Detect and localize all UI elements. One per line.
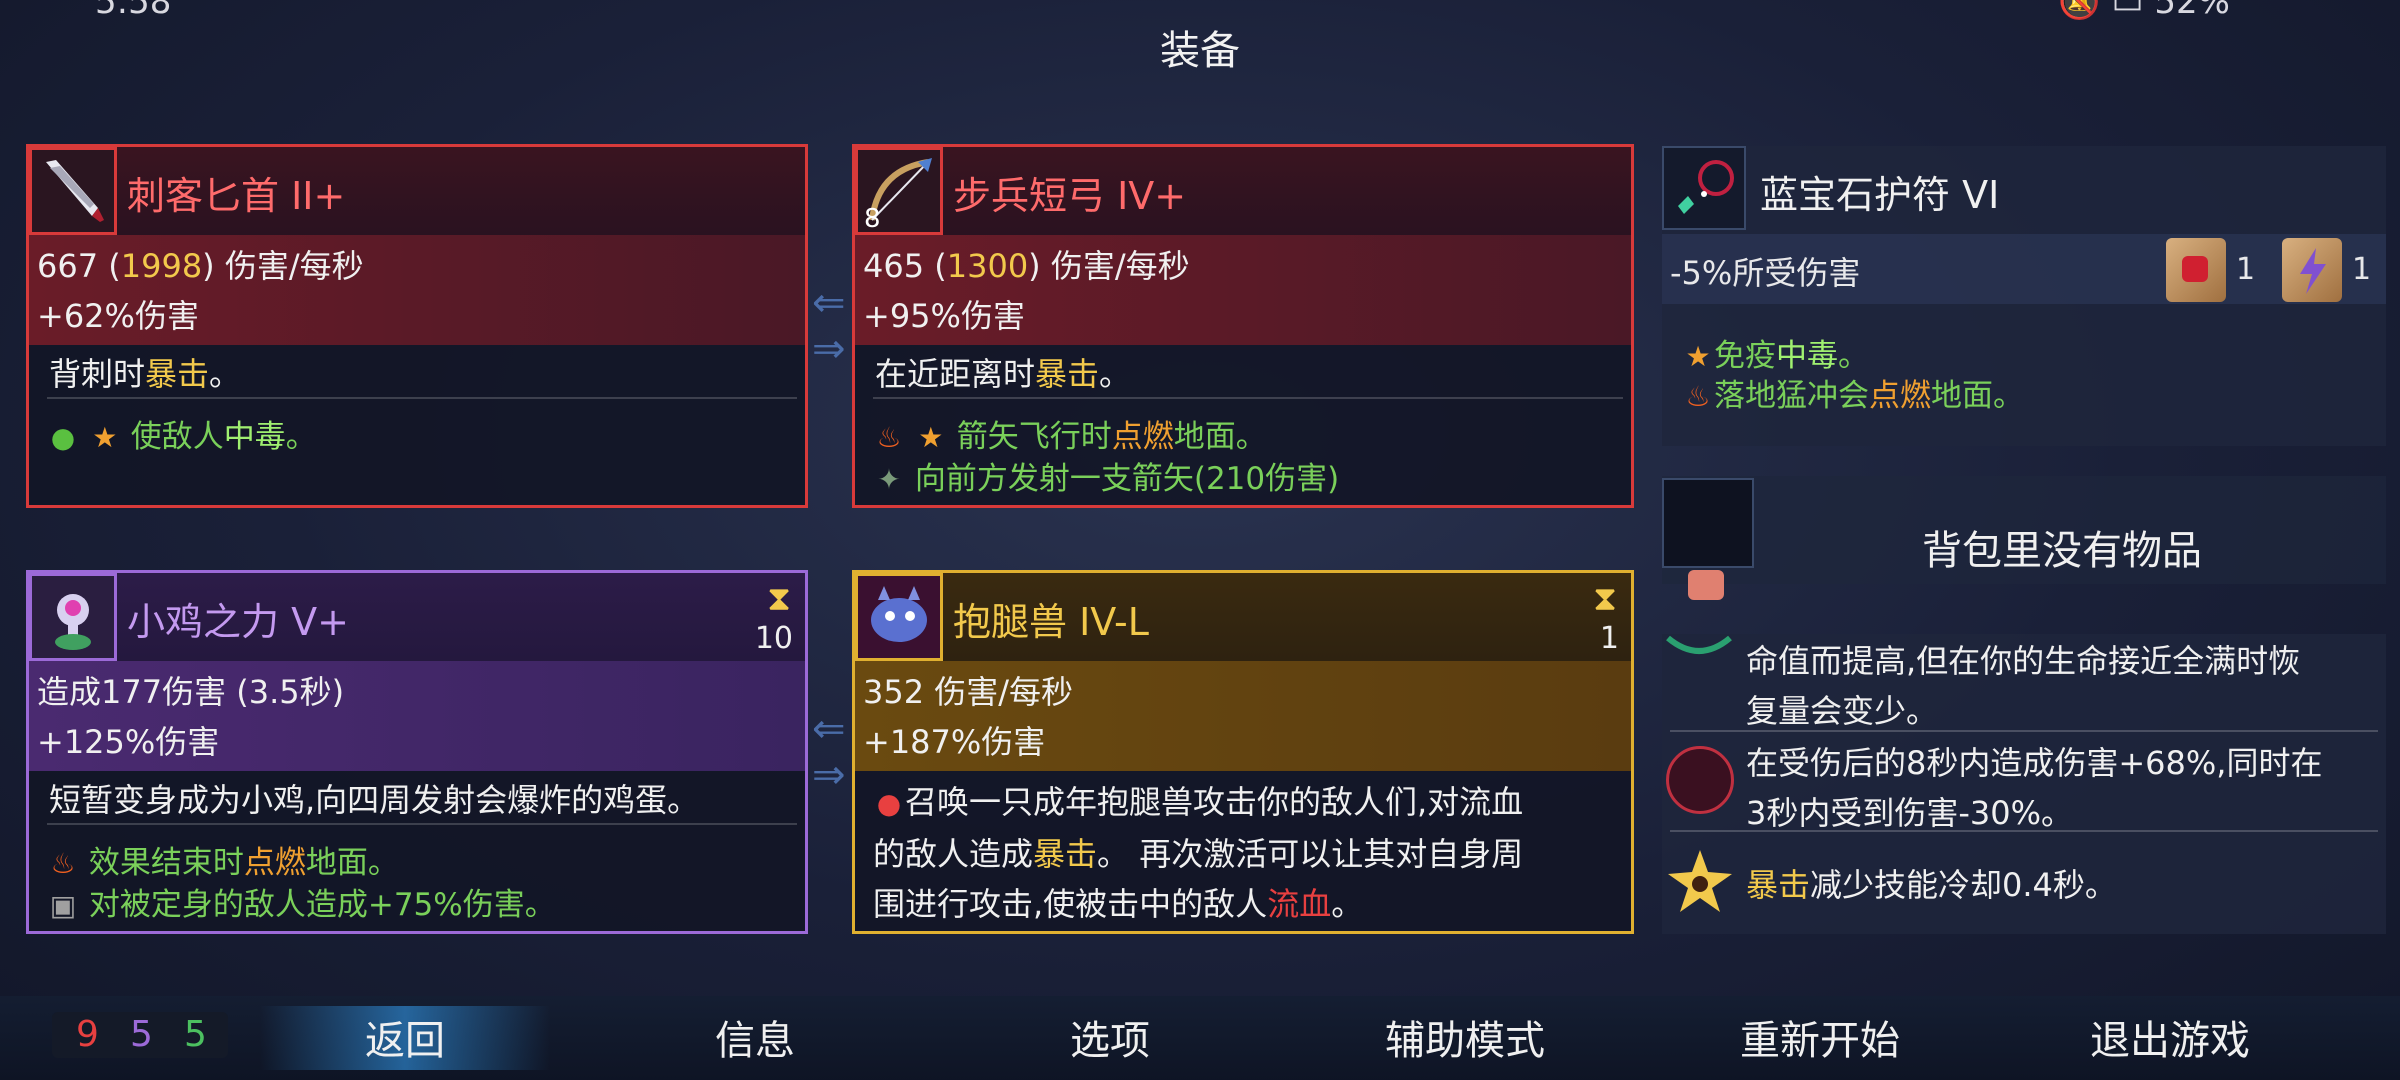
- amulet-effect-poison: ★ 免疫中毒。: [1682, 330, 1869, 375]
- divider: [47, 397, 797, 399]
- fire-icon: ♨: [1685, 380, 1711, 413]
- swap-left-arrow-icon: ⇐: [812, 706, 846, 752]
- skill-effect-rooted: ▣ 对被定身的敌人造成+75%伤害。: [47, 879, 556, 924]
- back-button[interactable]: 返回: [330, 1008, 480, 1066]
- tactics-scroll-icon: [2282, 238, 2342, 302]
- weapon-dps: 667 (1998) 伤害/每秒: [37, 247, 364, 285]
- amulet-name: 蓝宝石护符 VI: [1760, 173, 2000, 217]
- skill-dps: 352 伤害/每秒: [863, 673, 1074, 711]
- skill-description: 短暂变身成为小鸡,向四周发射会爆炸的鸡蛋。: [49, 781, 700, 819]
- chicken-potion-icon: [29, 573, 117, 661]
- skill-description: ● 召唤一只成年抱腿兽攻击你的敌人们,对流血 的敌人造成暴击。 再次激活可以让其对…: [873, 777, 1623, 929]
- divider: [47, 823, 797, 825]
- skill-card-header: 小鸡之力 V+ ⧗ 10: [29, 573, 805, 661]
- brutality-count: 9: [76, 1014, 99, 1055]
- poison-gem-icon: ●: [50, 421, 76, 454]
- skill-name: 小鸡之力 V+: [127, 600, 349, 644]
- assist-mode-button[interactable]: 辅助模式: [1355, 1008, 1575, 1066]
- survival-star-icon: ★: [1685, 340, 1711, 373]
- bleed-drop-icon: ●: [876, 787, 902, 820]
- weapon-name: 步兵短弓 IV+: [953, 174, 1187, 218]
- brutality-scroll-icon: [2166, 238, 2226, 302]
- mutation-icon-1: [1664, 634, 1734, 664]
- mutations-panel: 命值而提高,但在你的生命接近全满时恢 复量会变少。 在受伤后的8秒内造成伤害+6…: [1662, 634, 2386, 934]
- divider: [1670, 730, 2378, 732]
- tactics-scroll-count: 1: [2352, 252, 2372, 287]
- options-button[interactable]: 选项: [1035, 1008, 1185, 1066]
- mutation-desc-3: 暴击减少技能冷却0.4秒。: [1746, 866, 2117, 904]
- hourglass-icon: ⧗: [1593, 579, 1617, 619]
- weapon-card-header: 8 步兵短弓 IV+: [855, 147, 1631, 235]
- info-button[interactable]: 信息: [680, 1008, 830, 1066]
- skill-bonus: +125%伤害: [37, 723, 220, 761]
- skill-damage: 造成177伤害 (3.5秒): [37, 673, 345, 711]
- brutality-scroll-count: 1: [2236, 252, 2256, 287]
- weapon-card-header: 刺客匕首 II+: [29, 147, 805, 235]
- skill-card-chicken[interactable]: 小鸡之力 V+ ⧗ 10 造成177伤害 (3.5秒) +125%伤害 短暂变身…: [26, 570, 808, 934]
- bottom-nav: 9 5 5 返回 信息 选项 辅助模式 重新开始 退出游戏: [0, 996, 2400, 1080]
- survival-count: 5: [184, 1014, 207, 1055]
- swap-right-arrow-icon: ⇒: [812, 326, 846, 372]
- mutation-desc-2: 在受伤后的8秒内造成伤害+68%,同时在 3秒内受到伤害-30%。: [1746, 744, 2323, 832]
- weapon-dps: 465 (1300) 伤害/每秒: [863, 247, 1190, 285]
- backpack-empty-text: 背包里没有物品: [1922, 528, 2202, 574]
- weapon-description: 在近距离时暴击。: [875, 355, 1132, 393]
- skill-card-leghugger[interactable]: 抱腿兽 IV-L ⧗ 1 352 伤害/每秒 +187%伤害 ● 召唤一只成年抱腿…: [852, 570, 1634, 934]
- dagger-icon: [29, 147, 117, 235]
- weapon-bonus: +95%伤害: [863, 297, 1025, 335]
- hourglass-icon: ⧗: [767, 579, 791, 619]
- weapon-effect: ● ★ 使敌人中毒。: [47, 411, 317, 456]
- weapon-effect-arrow: ✦ 向前方发射一支箭矢(210伤害): [873, 453, 1339, 498]
- skill-cooldown: 1: [1599, 621, 1619, 656]
- lock-icon: ▣: [49, 889, 77, 922]
- skill-name: 抱腿兽 IV-L: [953, 600, 1149, 644]
- weapon-stats: 667 (1998) 伤害/每秒 +62%伤害: [29, 235, 805, 345]
- swap-left-arrow-icon: ⇐: [812, 280, 846, 326]
- bow-icon: 8: [855, 147, 943, 235]
- weapon-card-assassin-dagger[interactable]: 刺客匕首 II+ 667 (1998) 伤害/每秒 +62%伤害 背刺时暴击。 …: [26, 144, 808, 508]
- skill-stats: 造成177伤害 (3.5秒) +125%伤害: [29, 661, 805, 771]
- tactics-count: 5: [130, 1014, 153, 1055]
- skill-stats: 352 伤害/每秒 +187%伤害: [855, 661, 1631, 771]
- fire-icon: ♨: [50, 847, 76, 880]
- divider: [1670, 830, 2378, 832]
- skill-cooldown: 10: [754, 621, 793, 656]
- page-title: 装备: [1160, 28, 1240, 74]
- weapon-card-infantry-bow[interactable]: 8 步兵短弓 IV+ 465 (1300) 伤害/每秒 +95%伤害 在近距离时…: [852, 144, 1634, 508]
- skill-effect-ignite: ♨ 效果结束时点燃地面。: [47, 837, 398, 882]
- backpack-panel[interactable]: 背包里没有物品: [1662, 476, 2386, 600]
- divider: [873, 397, 1623, 399]
- mutation-desc-1: 命值而提高,但在你的生命接近全满时恢 复量会变少。: [1746, 642, 2301, 730]
- swap-right-arrow-icon: ⇒: [812, 752, 846, 798]
- scroll-counts: 9 5 5: [52, 1012, 228, 1058]
- weapon-effect-ignite: ♨ ★ 箭矢飞行时点燃地面。: [873, 411, 1266, 456]
- amulet-stats: -5%所受伤害 1 1: [1662, 234, 2386, 304]
- amulet-stat: -5%所受伤害: [1670, 254, 1861, 292]
- quit-button[interactable]: 退出游戏: [2060, 1008, 2280, 1066]
- mutation-icon-3: [1666, 848, 1734, 916]
- weapon-bonus: +62%伤害: [37, 297, 199, 335]
- sparkle-icon: ✦: [877, 463, 901, 496]
- amulet-effect-ignite: ♨ 落地猛冲会点燃地面。: [1682, 370, 2024, 415]
- amulet-panel[interactable]: 蓝宝石护符 VI -5%所受伤害 1 1 ★ 免疫中毒。 ♨ 落地猛冲会点燃地面。: [1662, 146, 2386, 446]
- backpack-slot[interactable]: [1662, 478, 1754, 568]
- amulet-icon: [1662, 146, 1746, 230]
- mutation-icon-2: [1666, 746, 1734, 814]
- survival-star-icon: ★: [92, 421, 118, 454]
- weapon-name: 刺客匕首 II+: [127, 174, 346, 218]
- fire-icon: ♨: [876, 421, 902, 454]
- weapon-description: 背刺时暴击。: [49, 355, 242, 393]
- character-head-icon: [1688, 570, 1724, 600]
- skill-card-header: 抱腿兽 IV-L ⧗ 1: [855, 573, 1631, 661]
- survival-star-icon: ★: [918, 421, 944, 454]
- skill-bonus: +187%伤害: [863, 723, 1046, 761]
- beast-icon: [855, 573, 943, 661]
- weapon-stats: 465 (1300) 伤害/每秒 +95%伤害: [855, 235, 1631, 345]
- ammo-count: 8: [864, 204, 881, 234]
- restart-button[interactable]: 重新开始: [1710, 1008, 1930, 1066]
